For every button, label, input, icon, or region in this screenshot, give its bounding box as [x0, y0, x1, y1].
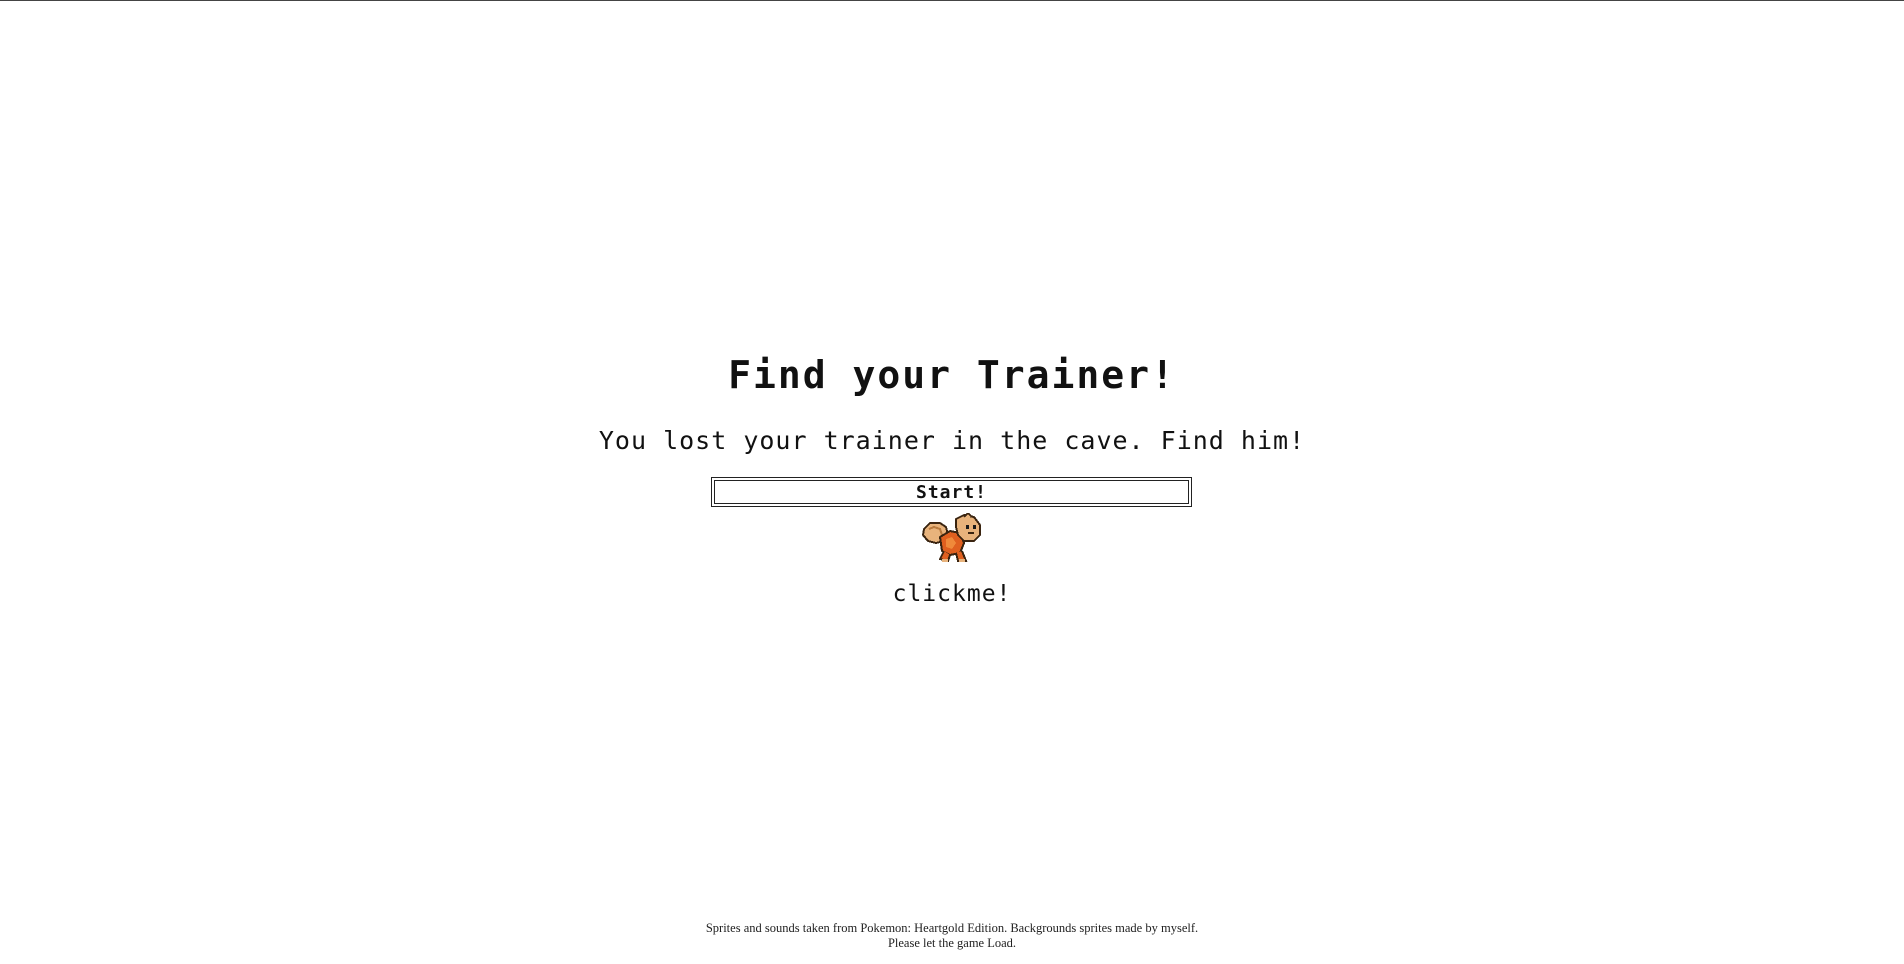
pokemon-sprite-icon[interactable] — [920, 511, 984, 565]
start-button[interactable]: Start! — [711, 477, 1192, 507]
game-subtitle: You lost your trainer in the cave. Find … — [598, 426, 1306, 455]
loading-note: Please let the game Load. — [887, 936, 1017, 950]
credits-text: Sprites and sounds taken from Pokemon: H… — [705, 921, 1199, 935]
footer-credits: Sprites and sounds taken from Pokemon: H… — [0, 921, 1904, 951]
clickme-label: clickme! — [892, 581, 1012, 607]
game-title: Find your Trainer! — [728, 353, 1176, 397]
